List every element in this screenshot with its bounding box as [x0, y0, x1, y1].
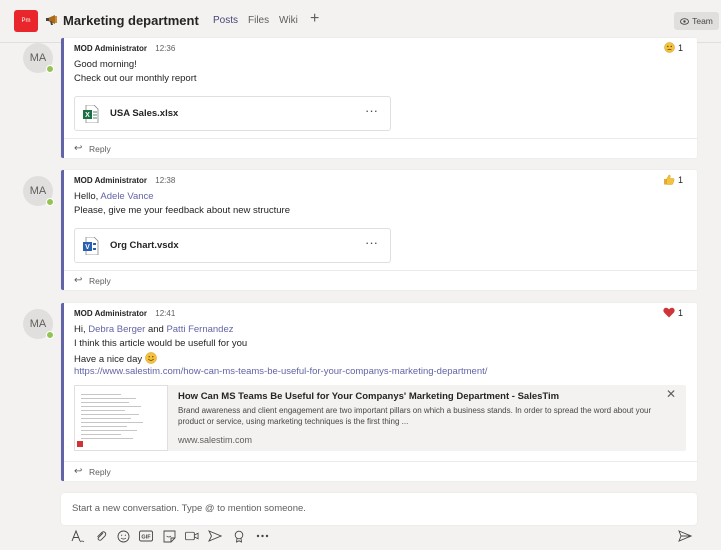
- stream-icon[interactable]: [208, 529, 222, 543]
- reply-link[interactable]: Reply: [89, 276, 111, 286]
- reaction-count: 1: [677, 307, 683, 318]
- team-button-label: Team: [692, 16, 713, 26]
- post-card: MOD Administrator 12:36 1 Good morning! …: [61, 38, 697, 158]
- compose-toolbar: GIF: [61, 527, 697, 547]
- team-avatar[interactable]: Pm: [14, 10, 38, 32]
- tab-wiki[interactable]: Wiki: [279, 15, 298, 26]
- reaction[interactable]: 1: [664, 42, 683, 53]
- send-icon[interactable]: [678, 529, 692, 543]
- more-options-icon[interactable]: [255, 529, 269, 543]
- thumbs-up-emoji-icon: [663, 174, 675, 185]
- megaphone-icon: [46, 15, 57, 25]
- post-meta: MOD Administrator 12:36: [74, 44, 175, 53]
- more-options-icon[interactable]: ···: [365, 235, 378, 250]
- eye-icon: [680, 17, 690, 25]
- message-line: Check out our monthly report: [74, 73, 197, 84]
- file-name: Org Chart.vsdx: [110, 240, 179, 251]
- reply-icon: ↩: [74, 466, 83, 477]
- add-tab-icon[interactable]: +: [310, 10, 319, 28]
- tab-files[interactable]: Files: [248, 15, 269, 26]
- message-line: Hello, Adele Vance: [74, 191, 154, 202]
- message-text: and: [147, 324, 164, 335]
- mention[interactable]: Patti Fernandez: [166, 324, 233, 335]
- presence-available-icon: [46, 198, 54, 206]
- mention[interactable]: Debra Berger: [88, 324, 145, 335]
- svg-text:V: V: [85, 244, 90, 251]
- message-text: Hello,: [74, 191, 99, 202]
- message-text: Have a nice day: [74, 354, 143, 365]
- message-line: Hi, Debra Berger and Patti Fernandez: [74, 324, 234, 335]
- preview-domain: www.salestim.com: [178, 435, 253, 445]
- file-attachment[interactable]: X USA Sales.xlsx ···: [74, 96, 391, 131]
- svg-text:GIF: GIF: [141, 535, 151, 541]
- file-name: USA Sales.xlsx: [110, 108, 179, 119]
- format-icon[interactable]: [71, 529, 85, 543]
- compose-placeholder: Start a new conversation. Type @ to ment…: [72, 503, 306, 514]
- article-link[interactable]: https://www.salestim.com/how-can-ms-team…: [74, 366, 487, 377]
- reply-link[interactable]: Reply: [89, 467, 111, 477]
- channel-title: Marketing department: [63, 13, 199, 28]
- message-line: Have a nice day: [74, 352, 157, 365]
- mention[interactable]: Adele Vance: [100, 191, 153, 202]
- post-card: MOD Administrator 12:38 1 Hello, Adele V…: [61, 170, 697, 290]
- praise-icon[interactable]: [232, 529, 246, 543]
- presence-available-icon: [46, 65, 54, 73]
- post-time: 12:41: [155, 309, 176, 318]
- message-line: I think this article would be usefull fo…: [74, 338, 248, 349]
- preview-description: Brand awareness and client engagement ar…: [178, 406, 652, 426]
- close-icon[interactable]: ✕: [666, 387, 676, 401]
- link-preview-card[interactable]: How Can MS Teams Be Useful for Your Comp…: [74, 385, 686, 451]
- presence-available-icon: [46, 331, 54, 339]
- post-time: 12:36: [155, 44, 176, 53]
- post-card: MOD Administrator 12:41 1 Hi, Debra Berg…: [61, 303, 697, 481]
- avatar-initials: MA: [29, 185, 47, 197]
- tab-posts[interactable]: Posts: [213, 15, 238, 26]
- avatar-initials: MA: [29, 52, 47, 64]
- more-options-icon[interactable]: ···: [365, 103, 378, 118]
- reaction[interactable]: 1: [663, 307, 683, 318]
- author-avatar[interactable]: MA: [23, 43, 54, 73]
- heart-emoji-icon: [663, 307, 675, 318]
- post-meta: MOD Administrator 12:38: [74, 176, 175, 185]
- confused-emoji-icon: [664, 42, 675, 53]
- file-attachment[interactable]: V Org Chart.vsdx ···: [74, 228, 391, 263]
- author-name[interactable]: MOD Administrator: [74, 309, 147, 318]
- author-avatar[interactable]: MA: [23, 176, 54, 206]
- gif-icon[interactable]: GIF: [139, 529, 153, 543]
- post-meta: MOD Administrator 12:41: [74, 309, 175, 318]
- avatar-initials: MA: [29, 318, 47, 330]
- author-name[interactable]: MOD Administrator: [74, 176, 147, 185]
- message-line: Please, give me your feedback about new …: [74, 205, 290, 216]
- author-avatar[interactable]: MA: [23, 309, 54, 339]
- message-line: Good morning!: [74, 59, 137, 70]
- reaction-count: 1: [677, 42, 683, 53]
- message-text: Hi,: [74, 324, 86, 335]
- reply-icon: ↩: [74, 275, 83, 286]
- team-button[interactable]: Team: [674, 12, 719, 30]
- attach-icon[interactable]: [94, 529, 108, 543]
- preview-thumbnail: [74, 385, 168, 451]
- reply-bar[interactable]: ↩ Reply: [64, 138, 697, 158]
- reply-icon: ↩: [74, 143, 83, 154]
- emoji-icon[interactable]: [116, 529, 130, 543]
- post-time: 12:38: [155, 176, 176, 185]
- sticker-icon[interactable]: [162, 529, 176, 543]
- visio-file-icon: V: [83, 237, 99, 255]
- channel-header: Pm Marketing department Posts Files Wiki…: [0, 0, 721, 43]
- reply-bar[interactable]: ↩ Reply: [64, 270, 697, 290]
- reply-bar[interactable]: ↩ Reply: [64, 461, 697, 481]
- reaction[interactable]: 1: [663, 174, 683, 185]
- reply-link[interactable]: Reply: [89, 144, 111, 154]
- reaction-count: 1: [677, 174, 683, 185]
- compose-box[interactable]: Start a new conversation. Type @ to ment…: [61, 493, 697, 525]
- meet-now-icon[interactable]: [185, 529, 199, 543]
- svg-text:X: X: [85, 112, 90, 119]
- smile-emoji-icon: [145, 352, 157, 364]
- preview-title[interactable]: How Can MS Teams Be Useful for Your Comp…: [178, 391, 559, 402]
- author-name[interactable]: MOD Administrator: [74, 44, 147, 53]
- excel-file-icon: X: [83, 105, 99, 123]
